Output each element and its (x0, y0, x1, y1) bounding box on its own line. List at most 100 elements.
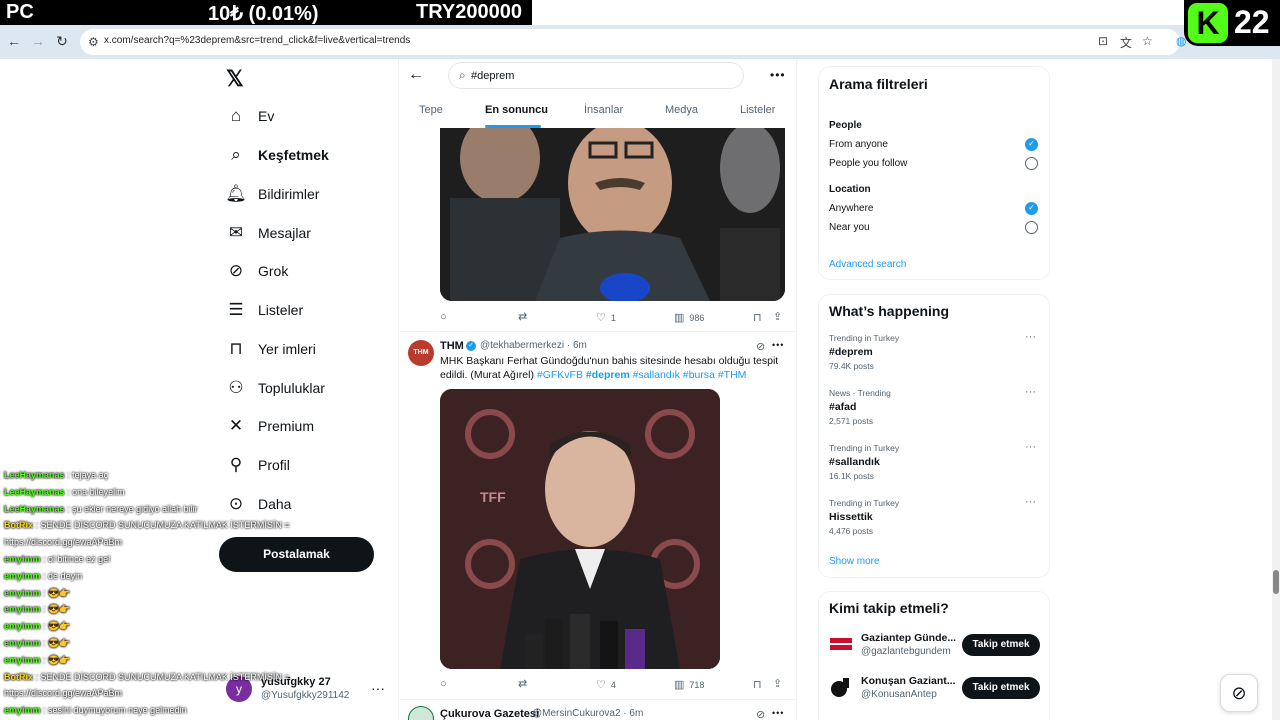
search-input[interactable] (471, 67, 731, 85)
tweet-image[interactable]: TFF (440, 389, 720, 669)
sidebar-item-8[interactable]: ✕ Premium (226, 411, 314, 441)
home-icon: ⌂ (230, 106, 242, 125)
share-button[interactable]: ⇪ (773, 310, 782, 323)
avatar[interactable]: THM (408, 340, 434, 366)
tab-latest[interactable]: En sonuncu (485, 104, 548, 116)
tab-media[interactable]: Medya (665, 104, 698, 116)
trend-name[interactable]: #sallandık (829, 456, 880, 468)
tweet-author-name[interactable]: THM (440, 340, 464, 352)
sidebar-item-5[interactable]: ☰ Listeler (226, 295, 303, 325)
trend-more-icon[interactable]: ··· (1025, 331, 1036, 343)
follow-button[interactable]: Takip etmek (962, 677, 1040, 699)
trend-name[interactable]: #deprem (829, 346, 873, 358)
filter-near-you[interactable]: Near you (829, 222, 870, 233)
filter-anywhere[interactable]: Anywhere (829, 203, 873, 214)
like-button[interactable]: ♡ 1 (596, 311, 616, 324)
hashtag-link[interactable]: #GFKvFB (537, 369, 583, 381)
follow-account-handle[interactable]: @gazlantebgundem (861, 646, 951, 657)
scrollbar[interactable] (1272, 59, 1280, 720)
view-count: 718 (689, 679, 705, 690)
views-button[interactable]: ▥ 986 (674, 311, 704, 324)
search-more-icon[interactable]: ••• (770, 68, 786, 82)
search-box[interactable]: ⌕ (448, 62, 744, 89)
tweet-divider (398, 331, 796, 332)
search-filters-card: Arama filtreleri People From anyone ✓ Pe… (818, 66, 1050, 280)
post-button[interactable]: Postalamak (219, 537, 374, 572)
retweet-button[interactable]: ⇄ (518, 310, 527, 323)
happening-title: What’s happening (829, 303, 950, 319)
account-handle: @Yusufgkky291142 (261, 690, 350, 701)
hashtag-link[interactable]: #THM (718, 369, 747, 381)
site-info-icon[interactable]: ⚙ (88, 35, 99, 49)
follow-button[interactable]: Takip etmek (962, 634, 1040, 656)
trend-name[interactable]: Hissettik (829, 511, 873, 523)
share-button[interactable]: ⇪ (773, 677, 782, 690)
x-logo-icon[interactable]: 𝕏 (226, 66, 244, 92)
reload-icon[interactable]: ↻ (54, 33, 70, 49)
forward-arrow-icon[interactable]: → (30, 33, 46, 49)
bookmark-button[interactable]: ⊓ (753, 311, 762, 324)
sidebar-item-3[interactable]: ✉ Mesajlar (226, 218, 311, 248)
hashtag-link[interactable]: #deprem (586, 369, 630, 381)
follow-account-name[interactable]: Konuşan Gaziant... (861, 675, 956, 687)
tweet-image[interactable] (440, 128, 785, 301)
stream-overlay-bar: PC 10₺ (0.01%) TRY200000 (0, 0, 532, 25)
trend-more-icon[interactable]: ··· (1025, 441, 1036, 453)
reply-button[interactable]: ○ (440, 678, 447, 690)
radio-anywhere[interactable]: ✓ (1025, 202, 1038, 215)
follow-account-handle[interactable]: @KonusanAntep (861, 689, 937, 700)
sidebar-item-7[interactable]: ⚇ Topluluklar (226, 373, 325, 403)
trend-more-icon[interactable]: ··· (1025, 496, 1036, 508)
tab-top[interactable]: Tepe (419, 104, 443, 116)
sidebar-item-4[interactable]: ⊘ Grok (226, 256, 288, 286)
tweet-more-icon[interactable]: ••• (772, 708, 784, 718)
retweet-button[interactable]: ⇄ (518, 677, 527, 690)
hashtag-link[interactable]: #bursa (683, 369, 715, 381)
star-icon[interactable]: ☆ (1142, 34, 1153, 48)
filter-from-anyone[interactable]: From anyone (829, 139, 888, 150)
chat-username: emyimm (4, 604, 41, 615)
reply-button[interactable]: ○ (440, 311, 447, 323)
sidebar-item-6[interactable]: ⊓ Yer imleri (226, 334, 315, 364)
show-more-link[interactable]: Show more (829, 556, 880, 567)
url-text[interactable]: x.com/search?q=%23deprem&src=trend_click… (104, 35, 410, 46)
filter-people-you-follow[interactable]: People you follow (829, 158, 907, 169)
back-arrow-icon[interactable]: ← (408, 66, 424, 84)
overlay-middle-text: 10₺ (0.01%) (208, 3, 319, 25)
tweet-more-icon[interactable]: ••• (772, 340, 784, 350)
like-button[interactable]: ♡ 4 (596, 678, 616, 691)
radio-from-anyone[interactable]: ✓ (1025, 138, 1038, 151)
trend-more-icon[interactable]: ··· (1025, 386, 1036, 398)
trend-name[interactable]: #afad (829, 401, 856, 413)
tweet-author-handle[interactable]: @tekhabermerkezi · 6m (480, 340, 587, 351)
sidebar-item-0[interactable]: ⌂ Ev (226, 101, 274, 131)
hashtag-link[interactable]: #sallandık (633, 369, 680, 381)
translate-icon[interactable]: 文 (1120, 34, 1132, 51)
advanced-search-link[interactable]: Advanced search (829, 259, 906, 270)
grok-icon[interactable]: ⊘ (756, 340, 765, 353)
avatar[interactable] (408, 706, 434, 720)
sidebar-item-10[interactable]: ⊙ Daha (226, 489, 292, 519)
grok-icon[interactable]: ⊘ (756, 708, 765, 720)
sidebar-item-label: Keşfetmek (258, 147, 329, 163)
chat-text: : şu ekler nereye gidiyo allah bilir (67, 503, 198, 514)
tweet-author-name[interactable]: Çukurova Gazetesi (440, 708, 539, 720)
tab-lists[interactable]: Listeler (740, 104, 775, 116)
views-button[interactable]: ▥ 718 (674, 678, 704, 691)
follow-account-name[interactable]: Gaziantep Günde... (861, 632, 956, 644)
address-bar[interactable]: ⚙ x.com/search?q=%23deprem&src=trend_cli… (80, 29, 1186, 55)
radio-people-you-follow[interactable] (1025, 157, 1038, 170)
scrollbar-thumb[interactable] (1273, 570, 1279, 594)
more-dots-icon[interactable]: ··· (371, 680, 385, 696)
radio-near-you[interactable] (1025, 221, 1038, 234)
sidebar-item-9[interactable]: ⚲ Profil (226, 450, 290, 480)
sidebar-item-2[interactable]: 🔔︎ Bildirimler (225, 179, 319, 209)
bookmark-button[interactable]: ⊓ (753, 678, 762, 691)
chat-text: : 😎👉 (43, 638, 71, 648)
back-arrow-icon[interactable]: ← (6, 33, 22, 49)
tab-people[interactable]: İnsanlar (584, 104, 623, 116)
sidebar-item-1[interactable]: ⌕ Keşfetmek (226, 140, 329, 170)
tweet-author-handle[interactable]: @MersinCukurova2 · 6m (532, 708, 643, 719)
grok-floating-icon[interactable]: ⊘ (1220, 674, 1258, 712)
install-app-icon[interactable]: ⊡ (1098, 34, 1108, 48)
